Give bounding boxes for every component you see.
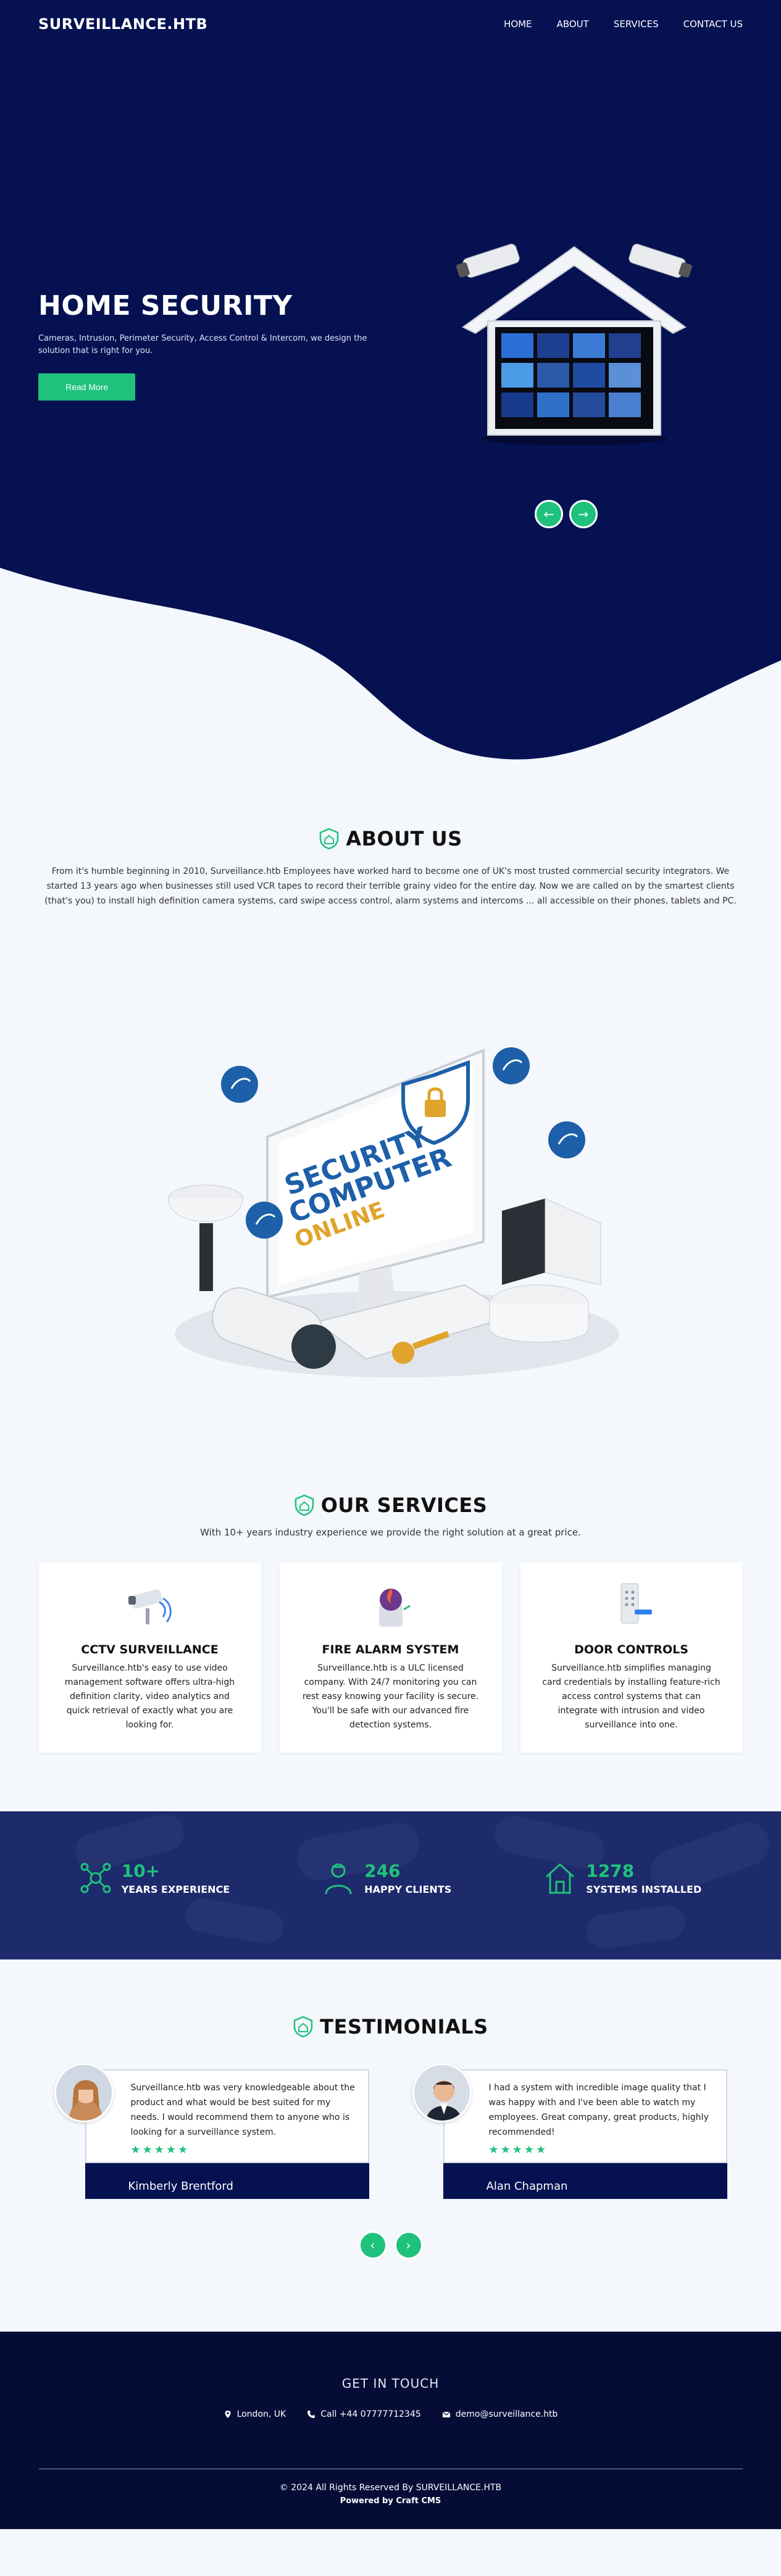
- service-desc: Surveillance.htb's easy to use video man…: [64, 1663, 235, 1730]
- service-title: DOOR CONTROLS: [574, 1643, 688, 1656]
- about-heading: ABOUT US: [0, 827, 781, 850]
- testimonial-quote-box: I had a system with incredible image qua…: [443, 2069, 727, 2163]
- hero-text-block: HOME SECURITY Cameras, Intrusion, Perime…: [38, 290, 384, 401]
- services-section: OUR SERVICES With 10+ years industry exp…: [0, 1475, 781, 1811]
- hero-subtitle: Cameras, Intrusion, Perimeter Security, …: [38, 334, 367, 355]
- stats-row: 10+ YEARS EXPERIENCE 246 HAPPY CLIENTS 1…: [0, 1861, 781, 1895]
- fire-alarm-icon: [378, 1589, 411, 1627]
- testimonials-heading: TESTIMONIALS: [0, 2015, 781, 2038]
- stat-label: SYSTEMS INSTALLED: [586, 1884, 702, 1895]
- stat-label: HAPPY CLIENTS: [364, 1884, 452, 1895]
- avatar: [54, 2063, 114, 2122]
- testimonial-card: Kimberly Brentford Surveillance.htb was …: [54, 2063, 369, 2199]
- testimonial-name: Alan Chapman: [486, 2180, 568, 2193]
- testimonial-quote-box: Surveillance.htb was very knowledgeable …: [85, 2069, 369, 2163]
- contact-info: London, UK Call +44 07777712345 demo@sur…: [0, 2409, 781, 2419]
- about-title: ABOUT US: [346, 827, 462, 850]
- star-rating-icon: ★★★★★: [130, 2143, 190, 2156]
- testimonial-quote: I had a system with incredible image qua…: [488, 2083, 709, 2137]
- footer: GET IN TOUCH London, UK Call +44 0777771…: [0, 2332, 781, 2529]
- phone-icon: [307, 2411, 315, 2418]
- stat-systems: 1278 SYSTEMS INSTALLED: [544, 1861, 701, 1895]
- powered-by-text: Powered by Craft CMS: [340, 2496, 441, 2506]
- nav-link-services[interactable]: SERVICES: [614, 19, 659, 30]
- nav-links: HOME ABOUT SERVICES CONTACT US: [504, 19, 743, 30]
- chevron-left-icon[interactable]: ‹: [358, 2231, 387, 2259]
- location-text: London, UK: [236, 2409, 286, 2419]
- house-shield-icon: [546, 1863, 575, 1894]
- brand-logo[interactable]: SURVEILLANCE.HTB: [38, 15, 207, 33]
- hero-slider-controls: ← →: [535, 500, 598, 528]
- email-text: demo@surveillance.htb: [455, 2409, 558, 2419]
- house-shield-icon: [294, 1494, 314, 1516]
- stat-years: 10+ YEARS EXPERIENCE: [80, 1861, 230, 1895]
- phone-text: Call +44 07777712345: [320, 2409, 421, 2419]
- testimonial-card: Alan Chapman I had a system with incredi…: [412, 2063, 727, 2199]
- door-keypad-icon: [620, 1583, 652, 1624]
- testimonials-title: TESTIMONIALS: [320, 2015, 488, 2038]
- hero-title: HOME SECURITY: [38, 290, 293, 322]
- house-shield-icon: [320, 828, 339, 850]
- service-card-cctv[interactable]: CCTV SURVEILLANCE Surveillance.htb's eas…: [38, 1563, 261, 1753]
- service-desc: Surveillance.htb simplifies managing car…: [542, 1663, 720, 1730]
- testimonials-section: TESTIMONIALS Kimberly Brentford Surveill…: [0, 1959, 781, 2332]
- copyright-text: © 2024 All Rights Reserved By SURVEILLAN…: [279, 2483, 502, 2493]
- services-title: OUR SERVICES: [320, 1494, 488, 1517]
- stat-clients: 246 HAPPY CLIENTS: [322, 1861, 451, 1895]
- contact-phone[interactable]: Call +44 07777712345: [307, 2409, 421, 2419]
- nav-link-about[interactable]: ABOUT: [557, 19, 589, 30]
- nav-link-home[interactable]: HOME: [504, 19, 532, 30]
- hero-section: SURVEILLANCE.HTB HOME ABOUT SERVICES CON…: [0, 0, 781, 771]
- testimonial-quote: Surveillance.htb was very knowledgeable …: [130, 2083, 355, 2137]
- services-heading: OUR SERVICES: [0, 1494, 781, 1517]
- read-more-button[interactable]: Read More: [38, 373, 136, 401]
- house-shield-icon: [294, 2016, 313, 2038]
- stat-number: 10+: [121, 1861, 161, 1881]
- stat-label: YEARS EXPERIENCE: [121, 1884, 230, 1895]
- security-computer-illustration: SECURITY COMPUTER ONLINE: [168, 1047, 619, 1377]
- arrow-left-icon[interactable]: ←: [535, 500, 563, 528]
- services-subtitle: With 10+ years industry experience we pr…: [200, 1527, 581, 1538]
- cctv-camera-icon: [128, 1589, 172, 1624]
- service-desc: Surveillance.htb is a ULC licensed compa…: [302, 1663, 479, 1730]
- envelope-icon: [442, 2411, 451, 2417]
- service-title: CCTV SURVEILLANCE: [81, 1643, 219, 1656]
- network-icon: [80, 1863, 111, 1893]
- footer-title: GET IN TOUCH: [341, 2376, 440, 2391]
- nav-link-contact[interactable]: CONTACT US: [683, 19, 743, 30]
- contact-email[interactable]: demo@surveillance.htb: [442, 2409, 558, 2419]
- service-title: FIRE ALARM SYSTEM: [322, 1643, 459, 1656]
- arrow-right-icon[interactable]: →: [569, 500, 598, 528]
- location-pin-icon: [225, 2411, 231, 2418]
- avatar: [412, 2063, 472, 2122]
- services-cards: CCTV SURVEILLANCE Surveillance.htb's eas…: [0, 1563, 781, 1753]
- stat-number: 246: [364, 1861, 401, 1881]
- top-navbar: SURVEILLANCE.HTB HOME ABOUT SERVICES CON…: [0, 0, 781, 48]
- testimonials-row: Kimberly Brentford Surveillance.htb was …: [0, 2063, 781, 2199]
- chevron-right-icon[interactable]: ›: [394, 2231, 423, 2259]
- hero-wave-divider: [0, 568, 781, 771]
- service-card-door-controls[interactable]: DOOR CONTROLS Surveillance.htb simplifie…: [520, 1563, 743, 1753]
- testimonial-slider-controls: ‹ ›: [0, 2231, 781, 2259]
- star-rating-icon: ★★★★★: [488, 2143, 548, 2156]
- contact-location: London, UK: [223, 2409, 286, 2419]
- stats-band: 10+ YEARS EXPERIENCE 246 HAPPY CLIENTS 1…: [0, 1811, 781, 1959]
- stat-number: 1278: [586, 1861, 635, 1881]
- about-text: From it's humble beginning in 2010, Surv…: [44, 866, 737, 906]
- about-section: ABOUT US From it's humble beginning in 2…: [0, 771, 781, 1475]
- house-cameras-image: [456, 243, 693, 446]
- testimonial-name: Kimberly Brentford: [128, 2180, 233, 2193]
- service-card-fire-alarm[interactable]: FIRE ALARM SYSTEM Surveillance.htb is a …: [279, 1563, 502, 1753]
- person-icon: [325, 1863, 352, 1895]
